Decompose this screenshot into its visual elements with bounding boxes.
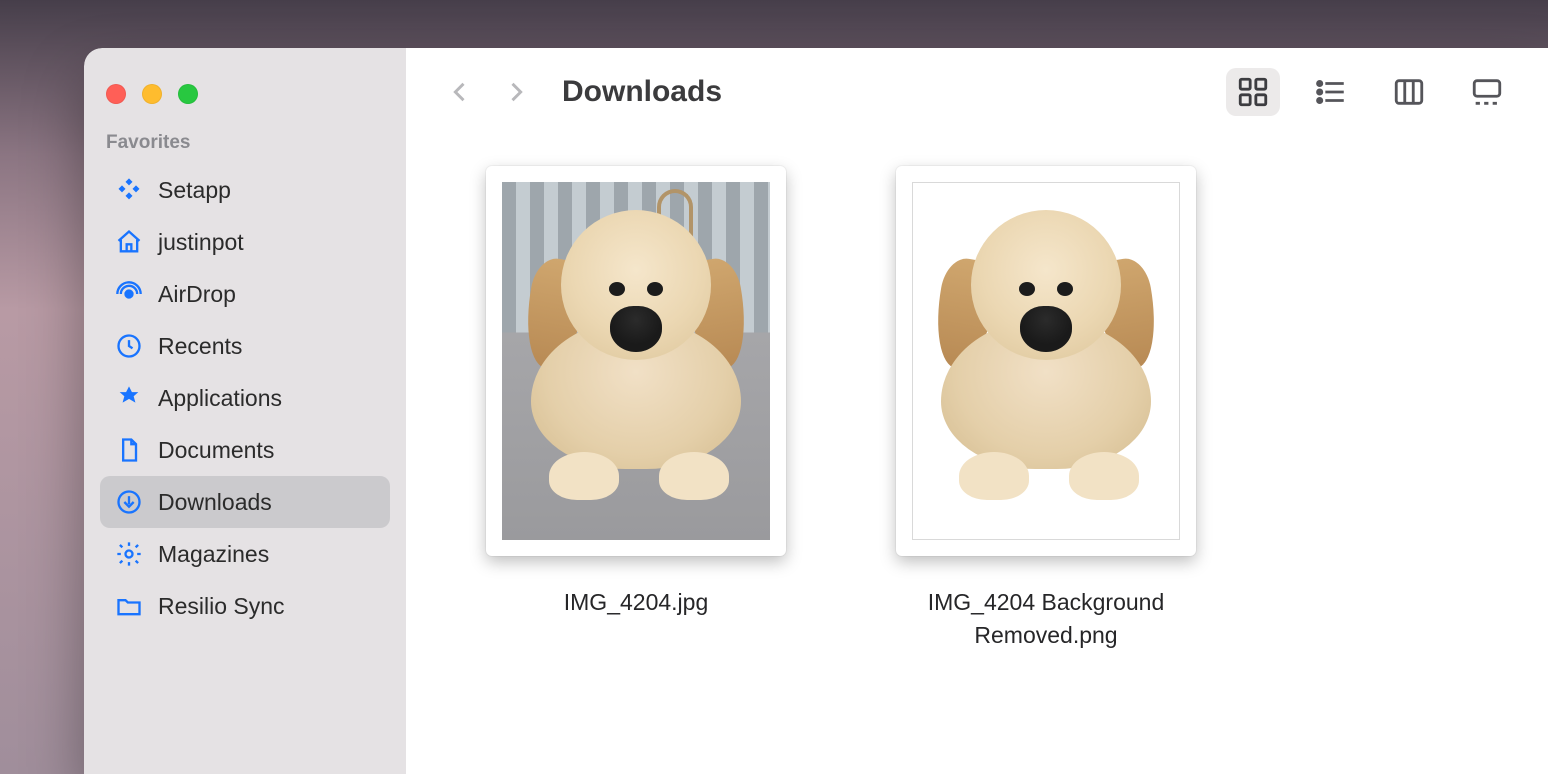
clock-icon [114, 331, 144, 361]
sidebar-item-label: Documents [158, 437, 274, 464]
nav-forward-button[interactable] [496, 72, 536, 112]
view-column-button[interactable] [1382, 68, 1436, 116]
download-icon [114, 487, 144, 517]
sidebar-item-label: Magazines [158, 541, 269, 568]
sidebar-item-label: Downloads [158, 489, 272, 516]
sidebar-item-label: AirDrop [158, 281, 236, 308]
document-icon [114, 435, 144, 465]
sidebar-item-magazines[interactable]: Magazines [100, 528, 390, 580]
nav-back-button[interactable] [440, 72, 480, 112]
sidebar-item-home[interactable]: justinpot [100, 216, 390, 268]
sidebar-item-applications[interactable]: Applications [100, 372, 390, 424]
sidebar-item-setapp[interactable]: Setapp [100, 164, 390, 216]
window-controls [100, 78, 390, 132]
sidebar-item-resilio-sync[interactable]: Resilio Sync [100, 580, 390, 632]
applications-icon [114, 383, 144, 413]
sidebar: Favorites Setapp justinpot AirDrop Recen… [84, 48, 406, 774]
view-mode-toggle [1226, 68, 1514, 116]
location-title: Downloads [562, 75, 722, 109]
file-name-label: IMG_4204 Background Removed.png [896, 586, 1196, 653]
file-thumbnail [486, 166, 786, 556]
setapp-icon [114, 175, 144, 205]
dog-cutout-icon [913, 183, 1179, 539]
sidebar-item-documents[interactable]: Documents [100, 424, 390, 476]
view-list-button[interactable] [1304, 68, 1358, 116]
main-pane: Downloads [406, 48, 1548, 774]
dog-photo-icon [502, 182, 770, 540]
view-icon-button[interactable] [1226, 68, 1280, 116]
sidebar-item-recents[interactable]: Recents [100, 320, 390, 372]
zoom-window-button[interactable] [178, 84, 198, 104]
file-thumbnail [896, 166, 1196, 556]
sidebar-section-title: Favorites [100, 132, 390, 164]
folder-icon [114, 591, 144, 621]
file-grid: IMG_4204.jpg [406, 126, 1548, 774]
finder-window: Favorites Setapp justinpot AirDrop Recen… [84, 48, 1548, 774]
gear-icon [114, 539, 144, 569]
view-gallery-button[interactable] [1460, 68, 1514, 116]
toolbar: Downloads [406, 48, 1548, 126]
sidebar-item-label: justinpot [158, 229, 244, 256]
airdrop-icon [114, 279, 144, 309]
sidebar-item-downloads[interactable]: Downloads [100, 476, 390, 528]
close-window-button[interactable] [106, 84, 126, 104]
file-item[interactable]: IMG_4204.jpg [486, 166, 786, 619]
sidebar-item-label: Applications [158, 385, 282, 412]
sidebar-item-label: Resilio Sync [158, 593, 285, 620]
file-name-label: IMG_4204.jpg [564, 586, 708, 619]
sidebar-item-label: Setapp [158, 177, 231, 204]
minimize-window-button[interactable] [142, 84, 162, 104]
sidebar-item-airdrop[interactable]: AirDrop [100, 268, 390, 320]
sidebar-item-label: Recents [158, 333, 242, 360]
home-icon [114, 227, 144, 257]
file-item[interactable]: IMG_4204 Background Removed.png [896, 166, 1196, 653]
